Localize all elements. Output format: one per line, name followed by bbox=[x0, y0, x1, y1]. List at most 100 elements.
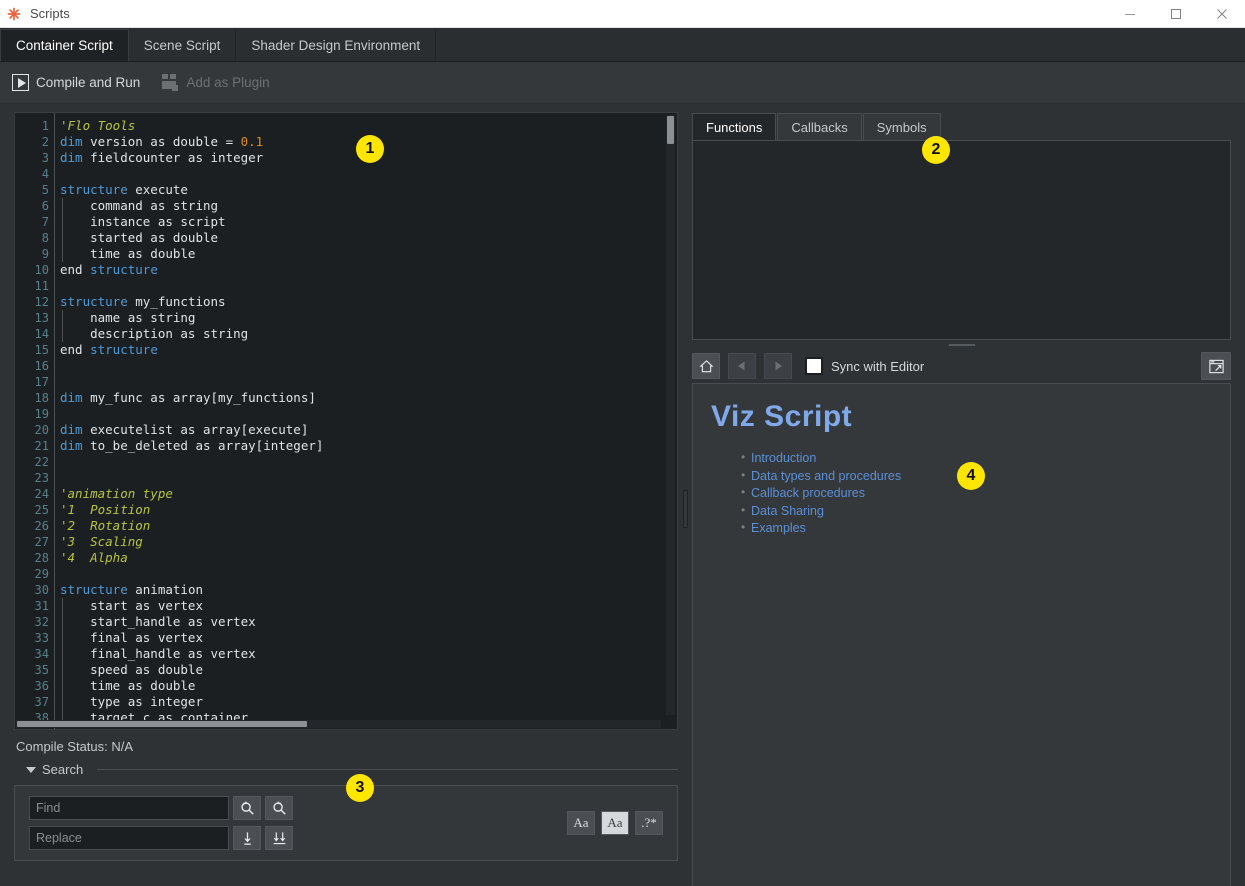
tab-scene-script[interactable]: Scene Script bbox=[128, 29, 237, 61]
splitter-handle[interactable] bbox=[682, 490, 688, 528]
regex-toggle[interactable]: .?* bbox=[635, 811, 663, 835]
code-token: structure bbox=[60, 582, 128, 597]
main-tab-strip: Container Script Scene Script Shader Des… bbox=[0, 28, 1245, 62]
line-number: 2 bbox=[41, 135, 49, 149]
detach-window-icon[interactable] bbox=[1201, 352, 1231, 380]
panel-splitter[interactable] bbox=[678, 104, 692, 886]
whole-word-toggle[interactable]: Aa bbox=[601, 811, 629, 835]
code-token: final as vertex bbox=[60, 630, 203, 645]
line-number: 19 bbox=[34, 407, 49, 421]
editor-vertical-scroll-thumb[interactable] bbox=[667, 116, 674, 144]
find-previous-button[interactable] bbox=[265, 796, 293, 820]
code-line: structure my_functions bbox=[60, 294, 677, 310]
compile-and-run-button[interactable]: Compile and Run bbox=[12, 74, 140, 91]
replace-button[interactable] bbox=[233, 826, 261, 850]
code-token: structure bbox=[60, 294, 128, 309]
add-as-plugin-button[interactable]: Add as Plugin bbox=[162, 74, 270, 91]
line-number: 37 bbox=[34, 695, 49, 709]
code-line: final_handle as vertex bbox=[60, 646, 677, 662]
annotation-badge-4: 4 bbox=[957, 462, 985, 490]
functions-list-pane[interactable] bbox=[692, 140, 1231, 340]
code-token: 0.1 bbox=[240, 134, 264, 149]
tab-symbols[interactable]: Symbols bbox=[862, 113, 941, 140]
documentation-title: Viz Script bbox=[711, 400, 853, 433]
action-toolbar: Compile and Run Add as Plugin bbox=[0, 62, 1245, 104]
sync-with-editor-checkbox[interactable] bbox=[805, 357, 823, 375]
plugin-icon bbox=[162, 74, 179, 91]
code-token: '3 Scaling bbox=[60, 534, 143, 549]
tab-functions[interactable]: Functions bbox=[692, 113, 777, 140]
browser-tab-strip: Functions Callbacks Symbols bbox=[692, 112, 1231, 140]
replace-all-button[interactable] bbox=[265, 826, 293, 850]
search-group: Search Find Replace Aa Aa .?* bbox=[14, 760, 678, 861]
match-case-toggle[interactable]: Aa bbox=[567, 811, 595, 835]
code-token: command as string bbox=[60, 198, 219, 213]
search-section-label: Search bbox=[42, 762, 84, 777]
code-token: fieldcounter as integer bbox=[82, 150, 264, 165]
code-token: dim bbox=[60, 134, 83, 149]
annotation-badge-3: 3 bbox=[346, 774, 374, 802]
line-number: 27 bbox=[34, 535, 49, 549]
doc-navigation-bar: Sync with Editor bbox=[692, 349, 1231, 383]
line-number: 34 bbox=[34, 647, 49, 661]
code-line: started as double bbox=[60, 230, 677, 246]
play-icon bbox=[12, 74, 29, 91]
line-number: 12 bbox=[34, 295, 49, 309]
code-token: to_be_deleted as array[integer] bbox=[82, 438, 324, 453]
line-number: 5 bbox=[41, 183, 49, 197]
line-number: 35 bbox=[34, 663, 49, 677]
code-token: '2 Rotation bbox=[60, 518, 151, 533]
search-section-header[interactable]: Search bbox=[14, 762, 678, 777]
forward-button[interactable] bbox=[764, 353, 792, 379]
minimize-button[interactable] bbox=[1107, 0, 1153, 28]
tab-container-script[interactable]: Container Script bbox=[0, 29, 129, 61]
regex-label: .?* bbox=[641, 815, 657, 830]
code-line: type as integer bbox=[60, 694, 677, 710]
tab-label: Scene Script bbox=[143, 37, 221, 53]
code-token: version as double = bbox=[82, 134, 241, 149]
line-number: 26 bbox=[34, 519, 49, 533]
pane-resize-grip[interactable] bbox=[692, 340, 1231, 349]
match-case-label: Aa bbox=[573, 815, 589, 830]
documentation-link[interactable]: Data Sharing bbox=[741, 502, 1212, 521]
documentation-link[interactable]: Examples bbox=[741, 519, 1212, 538]
code-token: my_functions bbox=[127, 294, 226, 309]
search-input[interactable] bbox=[29, 796, 229, 820]
editor-horizontal-scroll-thumb[interactable] bbox=[17, 721, 307, 727]
close-button[interactable] bbox=[1199, 0, 1245, 28]
editor-horizontal-scrollbar[interactable] bbox=[16, 720, 661, 728]
code-text-area[interactable]: 'Flo Tools dim version as double = 0.1 dim… bbox=[55, 113, 677, 729]
whole-word-label: Aa bbox=[607, 815, 623, 830]
editor-vertical-scrollbar[interactable] bbox=[666, 115, 675, 715]
chevron-down-icon[interactable] bbox=[26, 766, 36, 773]
line-number: 24 bbox=[34, 487, 49, 501]
code-token: dim bbox=[60, 390, 83, 405]
window-title: Scripts bbox=[30, 6, 70, 21]
code-token: time as double bbox=[60, 246, 196, 261]
home-button[interactable] bbox=[692, 353, 720, 379]
code-token: name as string bbox=[60, 310, 196, 325]
find-next-button[interactable] bbox=[233, 796, 261, 820]
tab-callbacks[interactable]: Callbacks bbox=[777, 113, 862, 140]
code-token: start_handle as vertex bbox=[60, 614, 256, 629]
maximize-button[interactable] bbox=[1153, 0, 1199, 28]
code-token: end bbox=[60, 262, 91, 277]
line-number: 23 bbox=[34, 471, 49, 485]
code-token: start as vertex bbox=[60, 598, 203, 613]
compile-status-label: Compile Status: N/A bbox=[16, 739, 134, 754]
line-number: 32 bbox=[34, 615, 49, 629]
code-editor[interactable]: 1 2 3 4 5 6 7 8 9 10 11 12 13 14 15 16 17 18 19 20 21 22 23 24 2… bbox=[14, 112, 678, 730]
find-row bbox=[29, 796, 293, 820]
back-button[interactable] bbox=[728, 353, 756, 379]
code-token: animation bbox=[127, 582, 203, 597]
replace-input[interactable] bbox=[29, 826, 229, 850]
code-line: '2 Rotation bbox=[60, 518, 677, 534]
documentation-pane[interactable]: Viz Script IntroductionData types and pr… bbox=[692, 383, 1231, 886]
tab-shader-design-environment[interactable]: Shader Design Environment bbox=[236, 29, 437, 61]
code-token: execute bbox=[127, 182, 188, 197]
line-number: 17 bbox=[34, 375, 49, 389]
line-number: 11 bbox=[34, 279, 49, 293]
